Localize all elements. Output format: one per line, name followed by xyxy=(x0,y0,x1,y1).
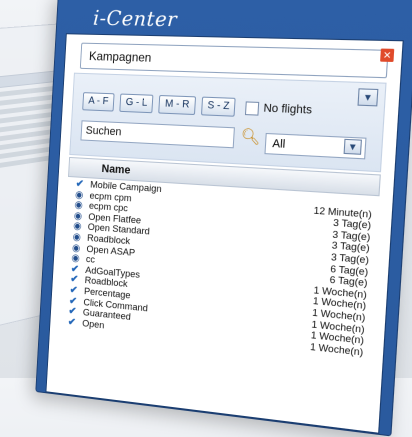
filter-area: ▼ A - F G - L M - R S - Z No flights Suc… xyxy=(69,72,387,173)
chevron-down-icon[interactable]: ▼ xyxy=(357,88,379,107)
campaign-list: ✔ Mobile Campaign ◉ ecpm cpm 12 Minute(n) ◉ ec… xyxy=(56,178,380,431)
campaign-name: Open xyxy=(81,317,105,332)
scope-select[interactable]: All ▼ xyxy=(264,132,367,160)
window-title: i-Center xyxy=(92,5,178,32)
letter-filter-row: A - F G - L M - R S - Z No flights xyxy=(82,92,312,120)
column-header-name: Name xyxy=(101,162,131,177)
filter-a-f-button[interactable]: A - F xyxy=(82,92,115,112)
filter-s-z-button[interactable]: S - Z xyxy=(200,96,237,117)
campaign-select[interactable]: Kampagnen ✕ xyxy=(79,42,395,79)
close-icon[interactable]: ✕ xyxy=(380,48,395,62)
no-flights-label: No flights xyxy=(263,102,313,117)
search-row: Suchen 🔍︎ All ▼ xyxy=(80,120,373,160)
no-flights-checkbox[interactable] xyxy=(245,100,260,116)
chevron-down-icon[interactable]: ▼ xyxy=(343,138,362,155)
scope-select-value: All xyxy=(272,137,286,151)
checkmark-icon: ✔ xyxy=(67,316,77,329)
window-content: Kampagnen ✕ ▼ A - F G - L M - R S - Z No… xyxy=(45,33,404,434)
search-input[interactable]: Suchen xyxy=(80,120,235,149)
filter-m-r-button[interactable]: M - R xyxy=(158,94,196,116)
stage: i-Center Kampagnen ✕ ▼ A - F G - L M - R… xyxy=(0,0,412,437)
campaign-select-value: Kampagnen xyxy=(88,48,152,65)
search-icon[interactable]: 🔍︎ xyxy=(240,127,262,149)
i-center-window: i-Center Kampagnen ✕ ▼ A - F G - L M - R… xyxy=(35,0,412,437)
filter-g-l-button[interactable]: G - L xyxy=(119,93,154,114)
no-flights-toggle[interactable]: No flights xyxy=(245,100,313,117)
